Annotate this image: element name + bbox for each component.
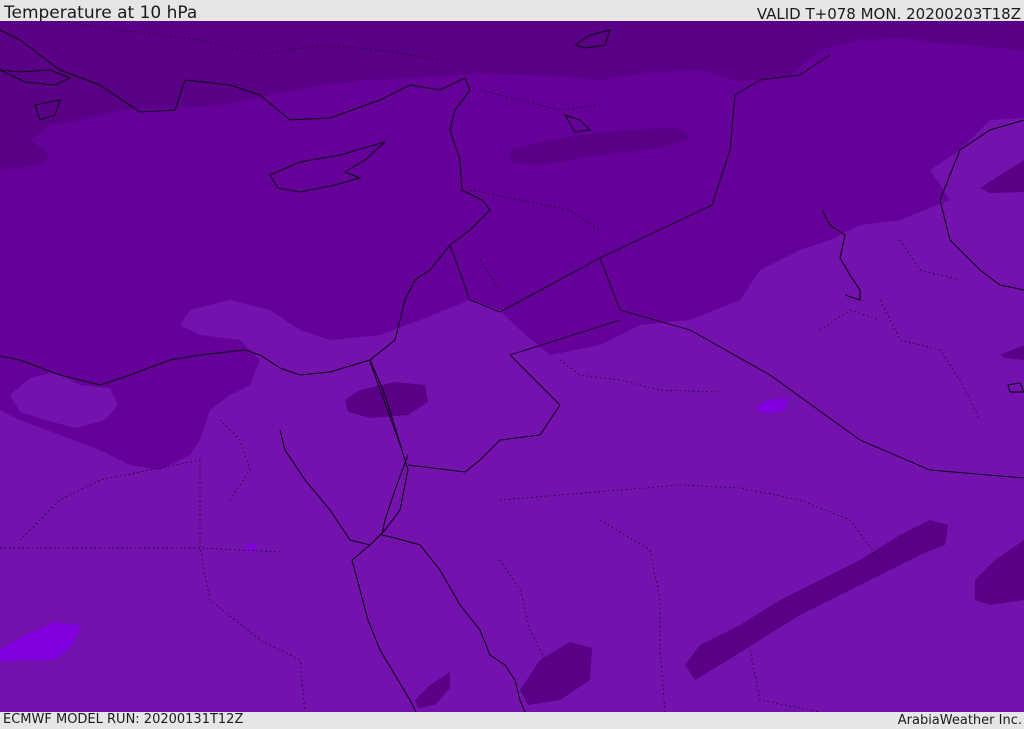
map-canvas <box>0 21 1024 712</box>
credit-label: ArabiaWeather Inc. <box>897 713 1022 728</box>
footer-bar: ECMWF MODEL RUN: 20200131T12Z ArabiaWeat… <box>0 712 1024 729</box>
map-title: Temperature at 10 hPa <box>4 3 198 23</box>
model-run-label: ECMWF MODEL RUN: 20200131T12Z <box>3 712 244 727</box>
map-frame: Temperature at 10 hPa VALID T+078 MON. 2… <box>0 0 1024 729</box>
header-bar: Temperature at 10 hPa VALID T+078 MON. 2… <box>0 0 1024 23</box>
temperature-map <box>0 21 1024 712</box>
